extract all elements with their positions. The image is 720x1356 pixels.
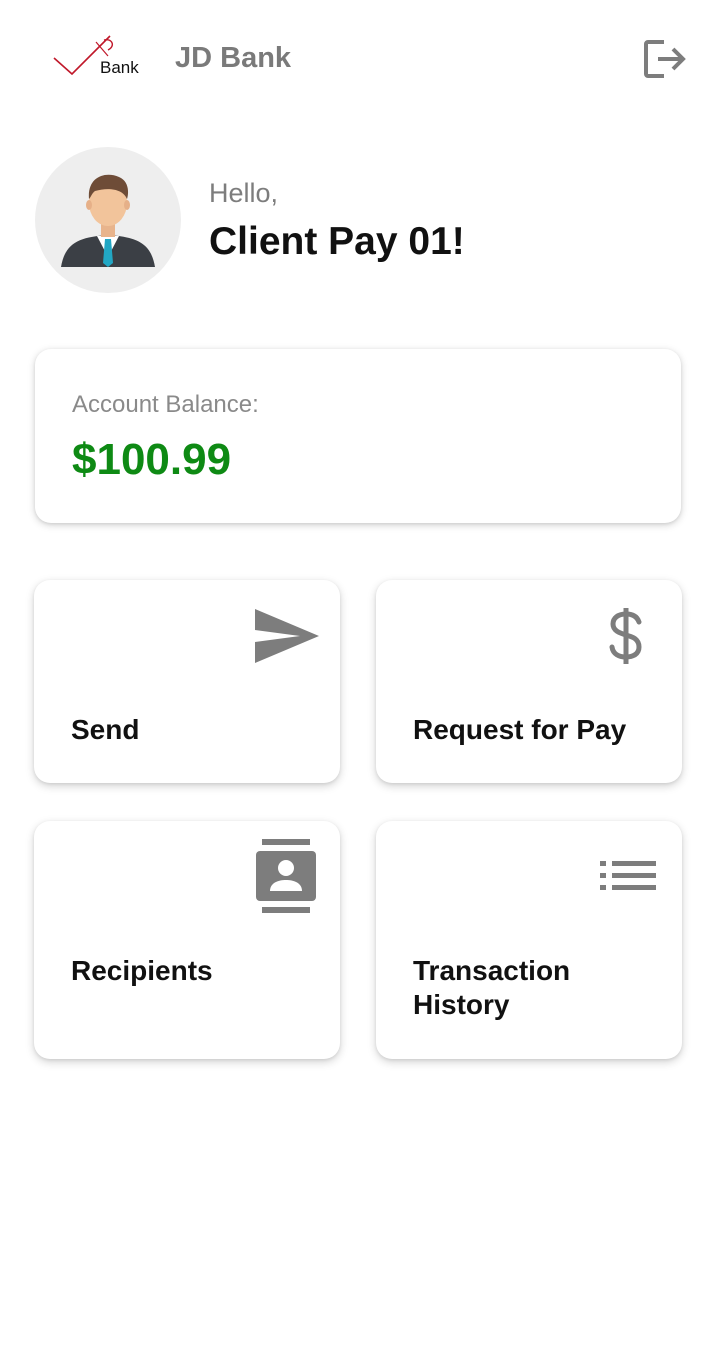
dollar-icon bbox=[609, 608, 642, 664]
contacts-icon bbox=[256, 839, 316, 913]
avatar bbox=[35, 147, 181, 293]
balance-value: $100.99 bbox=[72, 435, 232, 484]
recipients-label: Recipients bbox=[71, 955, 213, 986]
balance-label: Account Balance: bbox=[72, 391, 259, 418]
businessman-avatar-icon bbox=[61, 174, 155, 267]
bank-name: JD Bank bbox=[175, 42, 292, 74]
send-button[interactable]: Send bbox=[34, 580, 340, 783]
greeting-hello: Hello, bbox=[209, 178, 279, 208]
app-header: Bank JD Bank bbox=[0, 0, 720, 120]
account-balance-card: Account Balance: $100.99 bbox=[35, 349, 681, 523]
transaction-history-button[interactable]: Transaction History bbox=[376, 821, 682, 1059]
recipients-button[interactable]: Recipients bbox=[34, 821, 340, 1059]
send-label: Send bbox=[71, 714, 140, 745]
home-screen: Bank JD Bank Hello, Client Pay 01! Accou… bbox=[0, 0, 720, 1356]
client-name: Client Pay 01! bbox=[209, 220, 465, 263]
send-icon bbox=[255, 609, 319, 663]
logout-icon[interactable] bbox=[642, 38, 688, 80]
list-icon bbox=[600, 861, 656, 890]
transaction-history-label: Transaction History bbox=[413, 955, 571, 1020]
logo-text: Bank bbox=[100, 58, 139, 77]
request-for-pay-button[interactable]: Request for Pay bbox=[376, 580, 682, 783]
request-for-pay-label: Request for Pay bbox=[413, 714, 627, 745]
